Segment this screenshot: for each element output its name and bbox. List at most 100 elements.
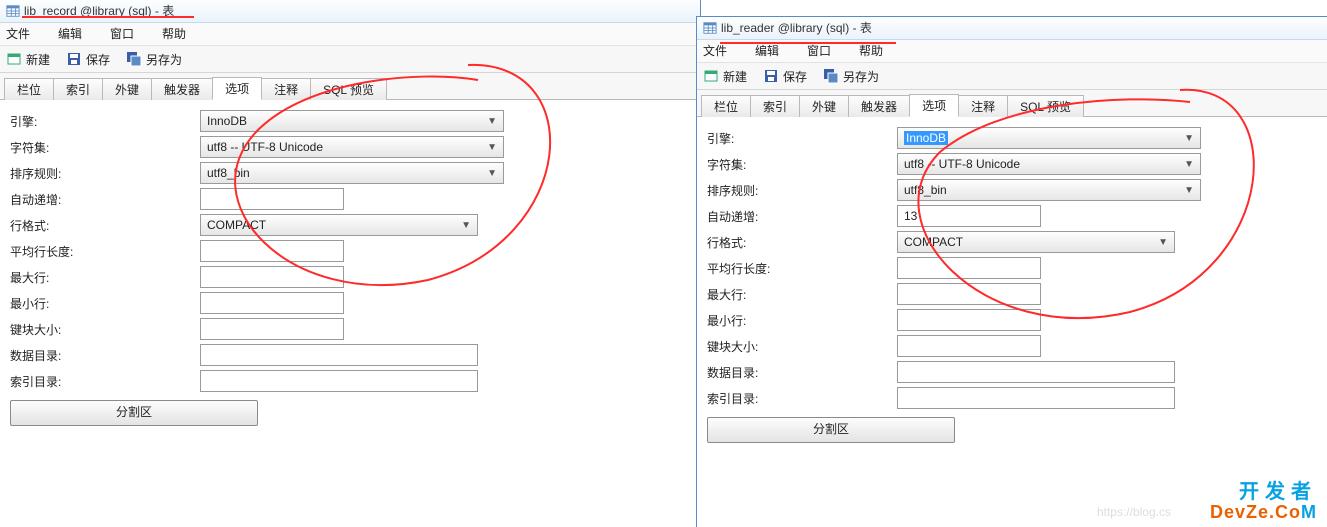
charset-value: utf8 -- UTF-8 Unicode — [904, 157, 1020, 171]
maxrows-field[interactable] — [897, 283, 1041, 305]
rowformat-combo[interactable]: COMPACT▼ — [897, 231, 1175, 253]
new-button[interactable]: 新建 — [703, 68, 747, 85]
saveas-button[interactable]: 另存为 — [126, 51, 182, 68]
tab-sql[interactable]: SQL 预览 — [1007, 95, 1084, 117]
save-button[interactable]: 保存 — [763, 68, 807, 85]
chevron-down-icon: ▼ — [1184, 133, 1194, 144]
tab-columns[interactable]: 栏位 — [701, 95, 751, 117]
charset-value: utf8 -- UTF-8 Unicode — [207, 140, 323, 154]
avgrow-label: 平均行长度: — [707, 260, 897, 277]
collation-value: utf8_bin — [904, 183, 947, 197]
chevron-down-icon: ▼ — [1158, 237, 1168, 248]
save-icon — [66, 51, 82, 67]
maxrows-label: 最大行: — [707, 286, 897, 303]
saveas-label: 另存为 — [146, 51, 182, 68]
charset-label: 字符集: — [10, 139, 200, 156]
charset-combo[interactable]: utf8 -- UTF-8 Unicode ▼ — [200, 136, 504, 158]
menu-edit[interactable]: 编辑 — [56, 23, 84, 45]
title-bar: lib_record @library (sql) - 表 — [0, 0, 700, 23]
menu-help[interactable]: 帮助 — [857, 40, 885, 62]
menu-edit[interactable]: 编辑 — [753, 40, 781, 62]
menu-bar: 文件 编辑 窗口 帮助 — [697, 40, 1327, 63]
minrows-label: 最小行: — [707, 312, 897, 329]
watermark-cn: 开发者 — [1210, 481, 1317, 503]
menu-window[interactable]: 窗口 — [805, 40, 833, 62]
collation-combo[interactable]: utf8_bin▼ — [897, 179, 1201, 201]
menu-file[interactable]: 文件 — [4, 23, 32, 45]
tab-trigger[interactable]: 触发器 — [848, 95, 910, 117]
save-icon — [763, 68, 779, 84]
avgrow-field[interactable] — [200, 240, 344, 262]
datadir-field[interactable] — [897, 361, 1175, 383]
chevron-down-icon: ▼ — [1184, 159, 1194, 170]
indexdir-field[interactable] — [200, 370, 478, 392]
minrows-field[interactable] — [200, 292, 344, 314]
save-label: 保存 — [86, 51, 110, 68]
autoinc-field[interactable] — [200, 188, 344, 210]
new-label: 新建 — [26, 51, 50, 68]
menu-help[interactable]: 帮助 — [160, 23, 188, 45]
tab-sql[interactable]: SQL 预览 — [310, 78, 387, 100]
blog-watermark: https://blog.cs — [1097, 505, 1171, 519]
save-button[interactable]: 保存 — [66, 51, 110, 68]
chevron-down-icon: ▼ — [487, 116, 497, 127]
maxrows-field[interactable] — [200, 266, 344, 288]
menu-file[interactable]: 文件 — [701, 40, 729, 62]
window-title: lib_record @library (sql) - 表 — [24, 0, 174, 22]
tab-fk[interactable]: 外键 — [102, 78, 152, 100]
new-button[interactable]: 新建 — [6, 51, 50, 68]
engine-value: InnoDB — [904, 131, 948, 145]
tab-index[interactable]: 索引 — [53, 78, 103, 100]
autoinc-label: 自动递增: — [10, 191, 200, 208]
tab-comment[interactable]: 注释 — [261, 78, 311, 100]
keyblock-field[interactable] — [897, 335, 1041, 357]
toolbar: 新建 保存 另存为 — [0, 46, 700, 73]
engine-value: InnoDB — [207, 114, 247, 128]
tab-options[interactable]: 选项 — [212, 77, 262, 100]
partition-button[interactable]: 分割区 — [10, 400, 258, 426]
datadir-label: 数据目录: — [10, 347, 200, 364]
chevron-down-icon: ▼ — [461, 220, 471, 231]
engine-combo[interactable]: InnoDB ▼ — [200, 110, 504, 132]
tab-trigger[interactable]: 触发器 — [151, 78, 213, 100]
engine-label: 引擎: — [10, 113, 200, 130]
tab-options[interactable]: 选项 — [909, 94, 959, 117]
tab-columns[interactable]: 栏位 — [4, 78, 54, 100]
new-label: 新建 — [723, 68, 747, 85]
tabs: 栏位 索引 外键 触发器 选项 注释 SQL 预览 — [697, 90, 1327, 117]
table-icon — [703, 21, 717, 35]
tabs: 栏位 索引 外键 触发器 选项 注释 SQL 预览 — [0, 73, 700, 100]
saveas-icon — [823, 68, 839, 84]
menu-window[interactable]: 窗口 — [108, 23, 136, 45]
minrows-field[interactable] — [897, 309, 1041, 331]
site-watermark: 开发者 DevZe.CoM — [1210, 481, 1317, 523]
engine-combo[interactable]: InnoDB ▼ — [897, 127, 1201, 149]
indexdir-label: 索引目录: — [707, 390, 897, 407]
window-lib-reader: lib_reader @library (sql) - 表 文件 编辑 窗口 帮… — [696, 16, 1327, 527]
tab-index[interactable]: 索引 — [750, 95, 800, 117]
saveas-icon — [126, 51, 142, 67]
window-title: lib_reader @library (sql) - 表 — [721, 17, 872, 39]
datadir-field[interactable] — [200, 344, 478, 366]
saveas-button[interactable]: 另存为 — [823, 68, 879, 85]
tab-comment[interactable]: 注释 — [958, 95, 1008, 117]
datadir-label: 数据目录: — [707, 364, 897, 381]
rowformat-combo[interactable]: COMPACT▼ — [200, 214, 478, 236]
partition-button[interactable]: 分割区 — [707, 417, 955, 443]
save-label: 保存 — [783, 68, 807, 85]
autoinc-label: 自动递增: — [707, 208, 897, 225]
tab-fk[interactable]: 外键 — [799, 95, 849, 117]
watermark-en: DevZe.CoM — [1210, 503, 1317, 523]
new-icon — [6, 51, 22, 67]
charset-combo[interactable]: utf8 -- UTF-8 Unicode ▼ — [897, 153, 1201, 175]
indexdir-label: 索引目录: — [10, 373, 200, 390]
keyblock-field[interactable] — [200, 318, 344, 340]
avgrow-field[interactable] — [897, 257, 1041, 279]
indexdir-field[interactable] — [897, 387, 1175, 409]
chevron-down-icon: ▼ — [487, 142, 497, 153]
options-form: 引擎: InnoDB▼ 字符集: utf8 -- UTF-8 Unicode▼ … — [697, 117, 1327, 451]
keyblock-label: 键块大小: — [10, 321, 200, 338]
collation-combo[interactable]: utf8_bin▼ — [200, 162, 504, 184]
options-form: 引擎: InnoDB▼ 字符集: utf8 -- UTF-8 Unicode▼ … — [0, 100, 700, 434]
autoinc-field[interactable]: 13 — [897, 205, 1041, 227]
